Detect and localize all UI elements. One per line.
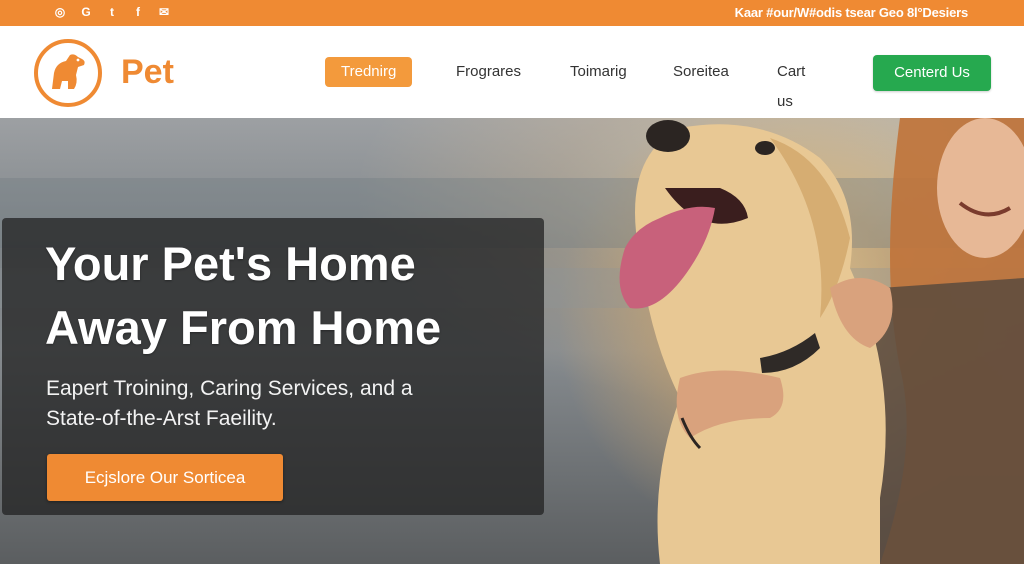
nav-item-contact[interactable]: Cart us xyxy=(777,57,805,110)
nav-item-programs[interactable]: Frograres xyxy=(456,57,521,87)
facebook-icon[interactable]: f xyxy=(130,4,146,20)
hero-subtitle-line-2: State-of-the-Arst Faeility. xyxy=(46,407,277,430)
hero-headline: Your Pet's Home Away From Home xyxy=(45,232,545,360)
hero-subtitle: Eapert Troining, Caring Services, and a … xyxy=(46,374,516,434)
nav-item-grooming[interactable]: Toimarig xyxy=(570,57,627,87)
instagram-icon[interactable]: ◎ xyxy=(52,4,68,20)
hero-headline-line-2: Away From Home xyxy=(45,301,442,354)
dog-logo-icon[interactable] xyxy=(34,39,102,107)
social-links: ◎ G t f ✉ xyxy=(52,4,172,20)
top-bar-note: Kaar #our/W#odis tsear Geo 8l°Desiers xyxy=(734,5,969,20)
twitter-icon[interactable]: t xyxy=(104,4,120,20)
hero-subtitle-line-1: Eapert Troining, Caring Services, and a xyxy=(46,377,413,400)
google-plus-icon[interactable]: G xyxy=(78,4,94,20)
explore-services-button[interactable]: Ecjslore Our Sorticea xyxy=(47,454,283,501)
top-bar: ◎ G t f ✉ Kaar #our/W#odis tsear Geo 8l°… xyxy=(0,0,1024,26)
page-bottom-strip xyxy=(0,564,1024,570)
nav-item-training[interactable]: Trednirg xyxy=(325,57,413,87)
hero-headline-line-1: Your Pet's Home xyxy=(45,237,416,290)
email-icon[interactable]: ✉ xyxy=(156,4,172,20)
logo-text[interactable]: Pet xyxy=(121,53,174,92)
contact-us-button[interactable]: Centerd Us xyxy=(873,55,991,91)
nav-item-services[interactable]: Soreitea xyxy=(673,57,729,87)
site-header: Pet Trednirg Frograres Toimarig Soreitea… xyxy=(0,26,1024,119)
